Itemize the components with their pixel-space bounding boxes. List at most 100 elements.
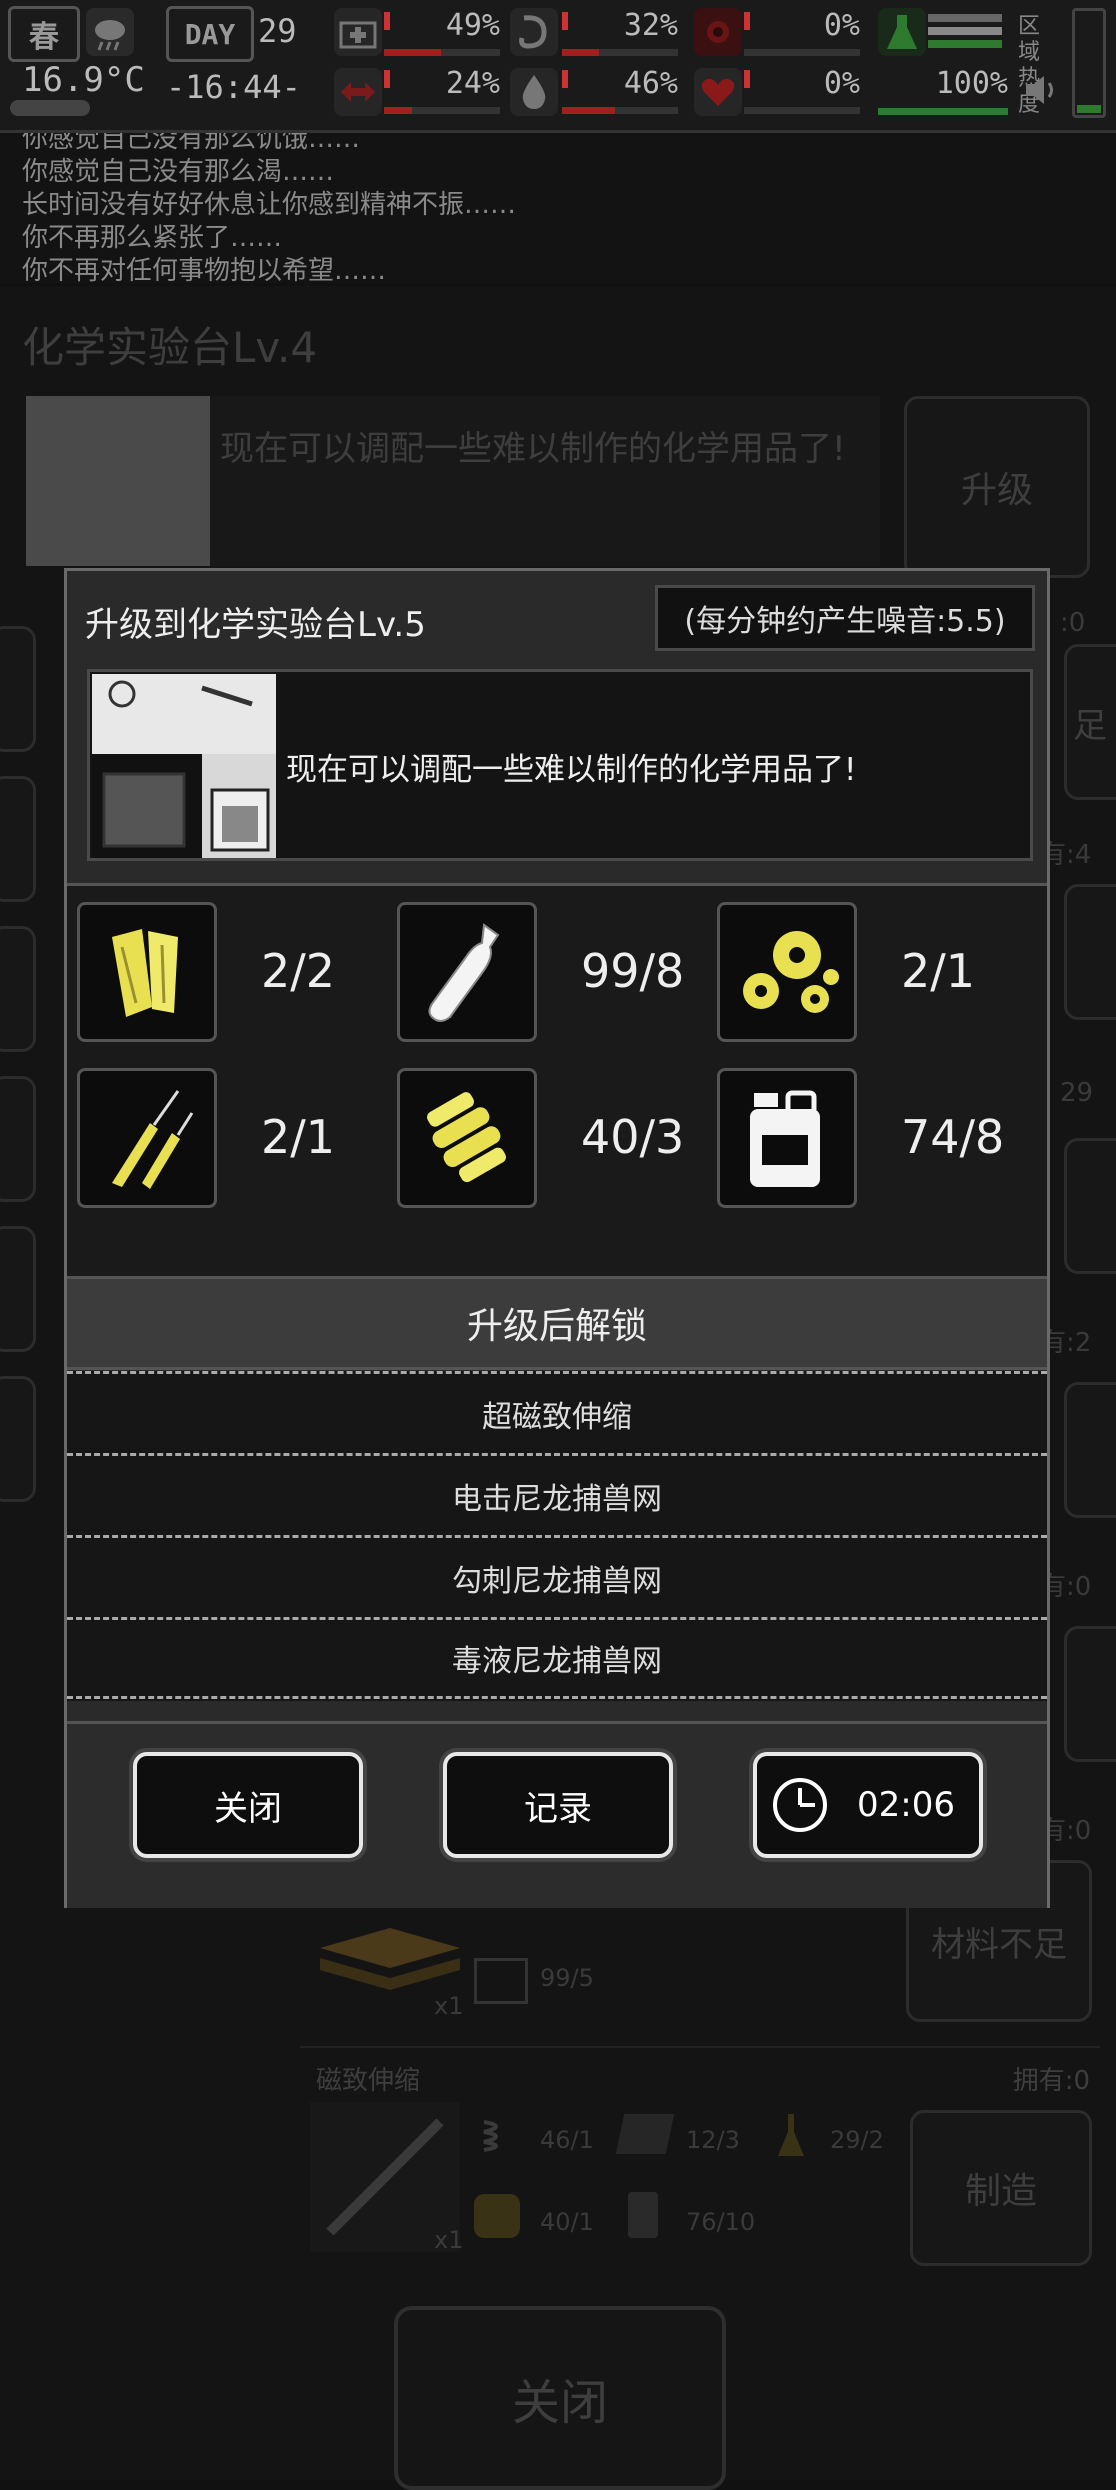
meter-bar [744,107,860,114]
meter-value: 0% [823,8,860,43]
craft-button-stub[interactable] [1064,1382,1116,1518]
gears-icon [717,902,857,1042]
material-slot[interactable]: 2/1 [71,1068,371,1214]
material-count: 2/1 [901,944,976,998]
meter-bar [562,107,678,114]
meter-fatigue: 24% [384,64,500,116]
wire-icon [77,1068,217,1208]
craft-button-stub[interactable]: 足 [1064,644,1116,800]
recipe-name: 磁致伸缩 [316,2066,421,2096]
list-tab[interactable] [0,776,36,902]
log-button-label: 记录 [524,1788,592,1829]
day-number: 29 [258,12,297,50]
owned-label: 29 [1060,1078,1094,1108]
material-slot[interactable]: 2/2 [71,902,371,1048]
station-desc: 现在可以调配一些难以制作的化学用品了! [220,429,846,469]
log-line: 你感觉自己没有那么饥饿…… [22,133,361,154]
recipe-mat-count: 12/3 [686,2126,740,2154]
material-count: 2/1 [261,1110,336,1164]
meter-thirst: 46% [562,64,678,116]
speaker-icon[interactable] [1022,70,1062,110]
panel-close-button[interactable]: 关闭 [394,2306,726,2490]
unlock-header-label: 升级后解锁 [466,1306,647,1347]
material-slot[interactable]: 40/3 [391,1068,691,1214]
craft-button-stub[interactable] [1064,1138,1116,1274]
dialog-button-bar: 关闭 记录 02:06 [67,1721,1047,1908]
panel-close-label: 关闭 [511,2375,608,2431]
jerrycan-small-icon [628,2192,658,2238]
meter-marker [562,70,568,88]
flask-icon [878,8,926,56]
jerrycan-icon [717,1068,857,1208]
list-tab[interactable] [0,1076,36,1202]
bottle-icon [397,902,537,1042]
material-count: 2/2 [261,944,336,998]
material-slot[interactable]: 2/1 [711,902,1011,1048]
upgrade-label: 升级 [960,470,1033,511]
meter-hunger: 32% [562,6,678,58]
meter-value: 49% [445,8,500,43]
season-badge: 春 [8,6,80,62]
wood-icon [77,902,217,1042]
upgrade-button[interactable]: 升级 [904,396,1090,578]
craft-button[interactable]: 制造 [910,2110,1092,2266]
season-label: 春 [29,20,59,55]
noise-label: (每分钟约产生噪音:5.5) [684,604,1006,639]
noise-info: (每分钟约产生噪音:5.5) [655,585,1035,651]
recipe-mat-count: 76/10 [686,2208,756,2236]
timed-upgrade-button[interactable]: 02:06 [753,1752,983,1858]
log-line: 你不再那么紧张了…… [22,223,283,253]
material-slot[interactable]: 99/8 [391,902,691,1048]
timer-label: 02:06 [857,1785,955,1825]
material-slot[interactable]: 74/8 [711,1068,1011,1214]
craft-button-stub[interactable] [1064,884,1116,1020]
clock-readout: -16:44- [166,68,301,106]
unlock-list: 超磁致伸缩 电击尼龙捕兽网 勾刺尼龙捕兽网 毒液尼龙捕兽网 [67,1371,1047,1701]
material-count: 40/3 [581,1110,685,1164]
list-tab[interactable] [0,626,36,752]
meter-bar [562,49,678,56]
list-tab[interactable] [0,926,36,1052]
day-label-box: DAY [166,6,254,62]
meter-bar [384,49,500,56]
clock-icon [771,1776,829,1834]
log-line: 长时间没有好好休息让你感到精神不振…… [22,190,517,220]
item-mat-count: 99/5 [540,1964,594,1992]
craft-button-stub[interactable] [1064,1626,1116,1762]
unlock-item: 毒液尼龙捕兽网 [67,1617,1047,1699]
weather-icon [86,8,134,56]
unlock-item-label: 毒液尼龙捕兽网 [452,1644,662,1679]
material-count: 74/8 [901,1110,1005,1164]
description-box: 现在可以调配一些难以制作的化学用品了! [87,669,1033,861]
log-button[interactable]: 记录 [443,1752,673,1858]
meter-marker [384,12,390,30]
temperature-readout: 16.9°C [22,60,145,100]
materials-panel: 2/2 99/8 2/1 2/1 40/3 74/8 [67,883,1047,1279]
unlock-item-label: 勾刺尼龙捕兽网 [452,1563,662,1599]
meter-fill [562,49,600,56]
recipe-owned: 拥有:0 [1012,2066,1090,2096]
list-tab[interactable] [0,1226,36,1352]
meter-value: 46% [623,66,678,101]
unlock-item: 勾刺尼龙捕兽网 [67,1535,1047,1617]
recipe-mat-count: 46/1 [540,2126,594,2154]
unlock-item: 超磁致伸缩 [67,1371,1047,1453]
close-button[interactable]: 关闭 [133,1752,363,1858]
station-desc-box: 现在可以调配一些难以制作的化学用品了! [210,396,880,566]
meter-marker [744,12,750,30]
list-tab[interactable] [0,1376,36,1502]
virus-icon [694,8,742,56]
stomach-icon [510,8,558,56]
spring-icon [397,1068,537,1208]
meter-bar [384,107,500,114]
material-icon [474,1958,528,2004]
cloth-icon [615,2114,675,2154]
meter-value: 32% [623,8,678,43]
temperature-gauge [10,100,90,116]
spring-coil-icon [474,2194,520,2238]
status-bar: 春 DAY 29 16.9°C -16:44- 49% 32% 0% 24% 4… [0,0,1116,133]
heat-gauge [1072,8,1106,118]
spring-icon [476,2114,516,2154]
item-count: x1 [434,1992,464,2020]
recipe-mat-count: 29/2 [830,2126,884,2154]
